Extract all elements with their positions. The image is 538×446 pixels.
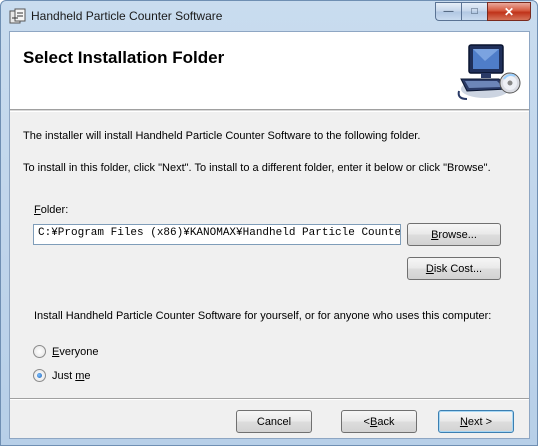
justme-pre: Just [52,369,76,382]
installer-window: Handheld Particle Counter Software — □ ✕… [0,0,538,446]
browse-accel: B [431,228,439,241]
title-bar[interactable]: Handheld Particle Counter Software — □ ✕ [1,1,537,31]
radio-just-me[interactable]: Just me [33,369,91,382]
browse-rest: rowse... [438,228,477,241]
cancel-button[interactable]: Cancel [236,410,312,433]
radio-button-just-me[interactable] [33,369,46,382]
computer-cd-icon [457,44,521,100]
justme-rest: e [84,369,91,382]
minimize-button[interactable]: — [435,2,461,21]
back-accel: B [369,415,378,428]
banner-divider [10,110,529,112]
page-title: Select Installation Folder [23,48,225,67]
back-button[interactable]: < Back [341,410,417,433]
radio-everyone[interactable]: Everyone [33,345,98,358]
maximize-button[interactable]: □ [461,2,487,21]
install-for-text: Install Handheld Particle Counter Softwa… [34,310,492,322]
disk-cost-button[interactable]: Disk Cost... [407,257,501,280]
folder-label: Folder: [34,204,68,216]
intro-text: The installer will install Handheld Part… [23,130,421,142]
next-rest: ext > [467,415,493,428]
next-accel: N [459,415,468,428]
everyone-rest: veryone [59,345,99,358]
footer-divider [10,398,529,400]
disk-cost-rest: isk Cost... [433,262,483,275]
browse-button[interactable]: Browse... [407,223,501,246]
installer-app-icon [9,8,26,24]
radio-button-everyone[interactable] [33,345,46,358]
next-button[interactable]: Next > [438,410,514,433]
disk-cost-accel: D [425,262,434,275]
minimize-icon: — [443,6,454,17]
window-title: Handheld Particle Counter Software [31,9,223,23]
close-icon: ✕ [503,4,515,19]
folder-path-input[interactable]: C:¥Program Files (x86)¥KANOMAX¥Handheld … [33,224,401,245]
instructions-text: To install in this folder, click "Next".… [23,162,491,174]
caption-buttons: — □ ✕ [435,2,531,21]
maximize-icon: □ [471,6,478,17]
cancel-label: Cancel [256,415,292,428]
folder-label-rest: older: [40,204,69,216]
header-banner: Select Installation Folder [10,32,529,110]
folder-label-accel: F [34,204,41,216]
close-button[interactable]: ✕ [487,2,531,21]
back-rest: ack [377,415,395,428]
dialog-client-area: Select Installation Folder The installer… [9,31,530,439]
